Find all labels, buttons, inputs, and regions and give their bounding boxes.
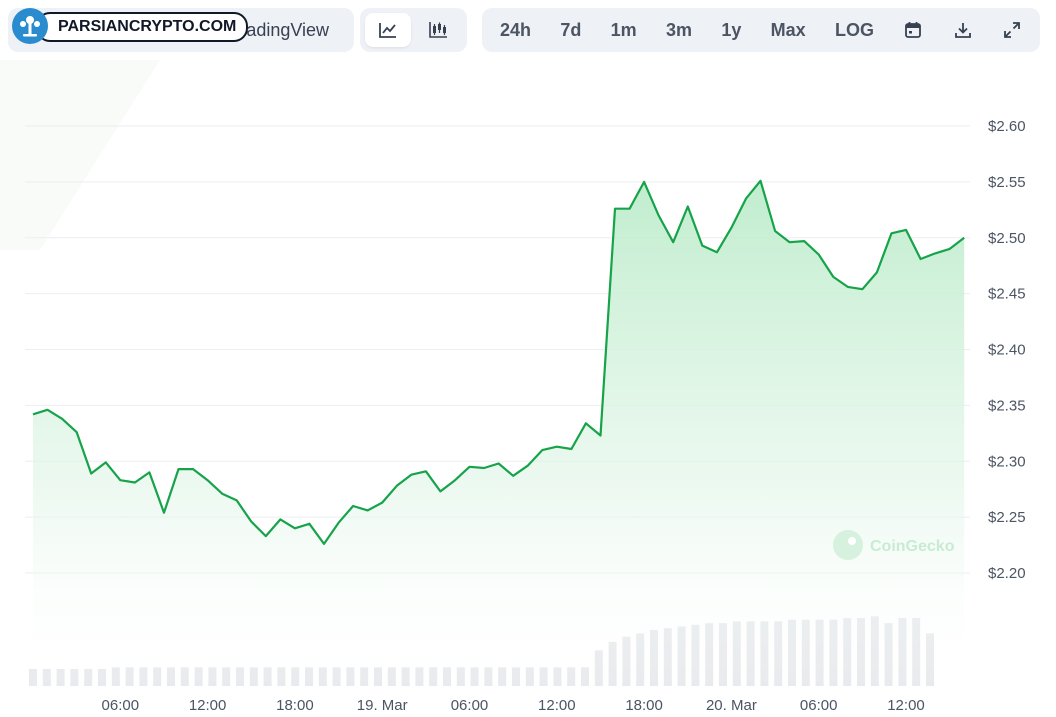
expand-icon xyxy=(1004,22,1020,38)
y-tick-label: $2.25 xyxy=(988,509,1026,526)
x-tick-label: 06:00 xyxy=(451,697,489,714)
y-tick-label: $2.20 xyxy=(988,565,1026,582)
x-tick-label: 18:00 xyxy=(625,697,663,714)
x-tick-label: 12:00 xyxy=(538,697,576,714)
download-icon xyxy=(954,23,971,38)
log-scale-button[interactable]: LOG xyxy=(823,13,886,47)
x-tick-label: 06:00 xyxy=(102,697,140,714)
price-area xyxy=(33,180,965,691)
price-area-fill xyxy=(33,180,965,691)
range-1m-button[interactable]: 1m xyxy=(599,13,649,47)
x-tick-label: 12:00 xyxy=(887,697,925,714)
range-max-button[interactable]: Max xyxy=(759,13,818,47)
range-24h-button[interactable]: 24h xyxy=(488,13,543,47)
x-tick-label: 18:00 xyxy=(276,697,314,714)
x-tick-label: 06:00 xyxy=(800,697,838,714)
calendar-icon xyxy=(905,22,922,38)
range-toolbar: 24h 7d 1m 3m 1y Max LOG xyxy=(482,8,1040,52)
background-watermark-shape xyxy=(0,60,160,250)
download-button[interactable] xyxy=(941,13,985,47)
coingecko-logo-icon xyxy=(833,530,863,560)
line-chart-icon xyxy=(379,23,396,38)
expand-button[interactable] xyxy=(990,13,1034,47)
range-1y-button[interactable]: 1y xyxy=(709,13,753,47)
y-axis-ticks: $2.20 $2.25 $2.30 $2.35 $2.40 $2.45 $2.50 $2.55… xyxy=(988,118,1026,582)
y-tick-label: $2.30 xyxy=(988,453,1026,470)
candlestick-chart-icon xyxy=(429,22,447,38)
x-tick-label: 19. Mar xyxy=(357,697,408,714)
y-tick-label: $2.35 xyxy=(988,397,1026,414)
y-tick-label: $2.40 xyxy=(988,342,1026,359)
calendar-button[interactable] xyxy=(891,13,935,47)
line-chart-button[interactable] xyxy=(365,13,411,47)
range-7d-button[interactable]: 7d xyxy=(548,13,593,47)
y-tick-label: $2.45 xyxy=(988,286,1026,303)
y-tick-label: $2.60 xyxy=(988,118,1026,135)
price-chart: $2.20 $2.25 $2.30 $2.35 $2.40 $2.45 $2.50 $2.55… xyxy=(0,60,1026,714)
candlestick-chart-button[interactable] xyxy=(415,13,461,47)
parsiancrypto-logo: PARSIANCRYPTO.COM xyxy=(12,8,249,44)
x-tick-label: 12:00 xyxy=(189,697,227,714)
tree-logo-icon xyxy=(12,8,48,44)
chart-type-group xyxy=(360,8,467,52)
y-tick-label: $2.55 xyxy=(988,174,1026,191)
y-tick-label: $2.50 xyxy=(988,230,1026,247)
x-axis-ticks: 06:00 12:00 18:00 19. Mar 06:00 12:00 18:00 20.… xyxy=(102,697,925,714)
coingecko-watermark-text: CoinGecko xyxy=(870,538,955,555)
x-tick-label: 20. Mar xyxy=(706,697,757,714)
logo-text: PARSIANCRYPTO.COM xyxy=(36,12,249,42)
range-3m-button[interactable]: 3m xyxy=(654,13,704,47)
